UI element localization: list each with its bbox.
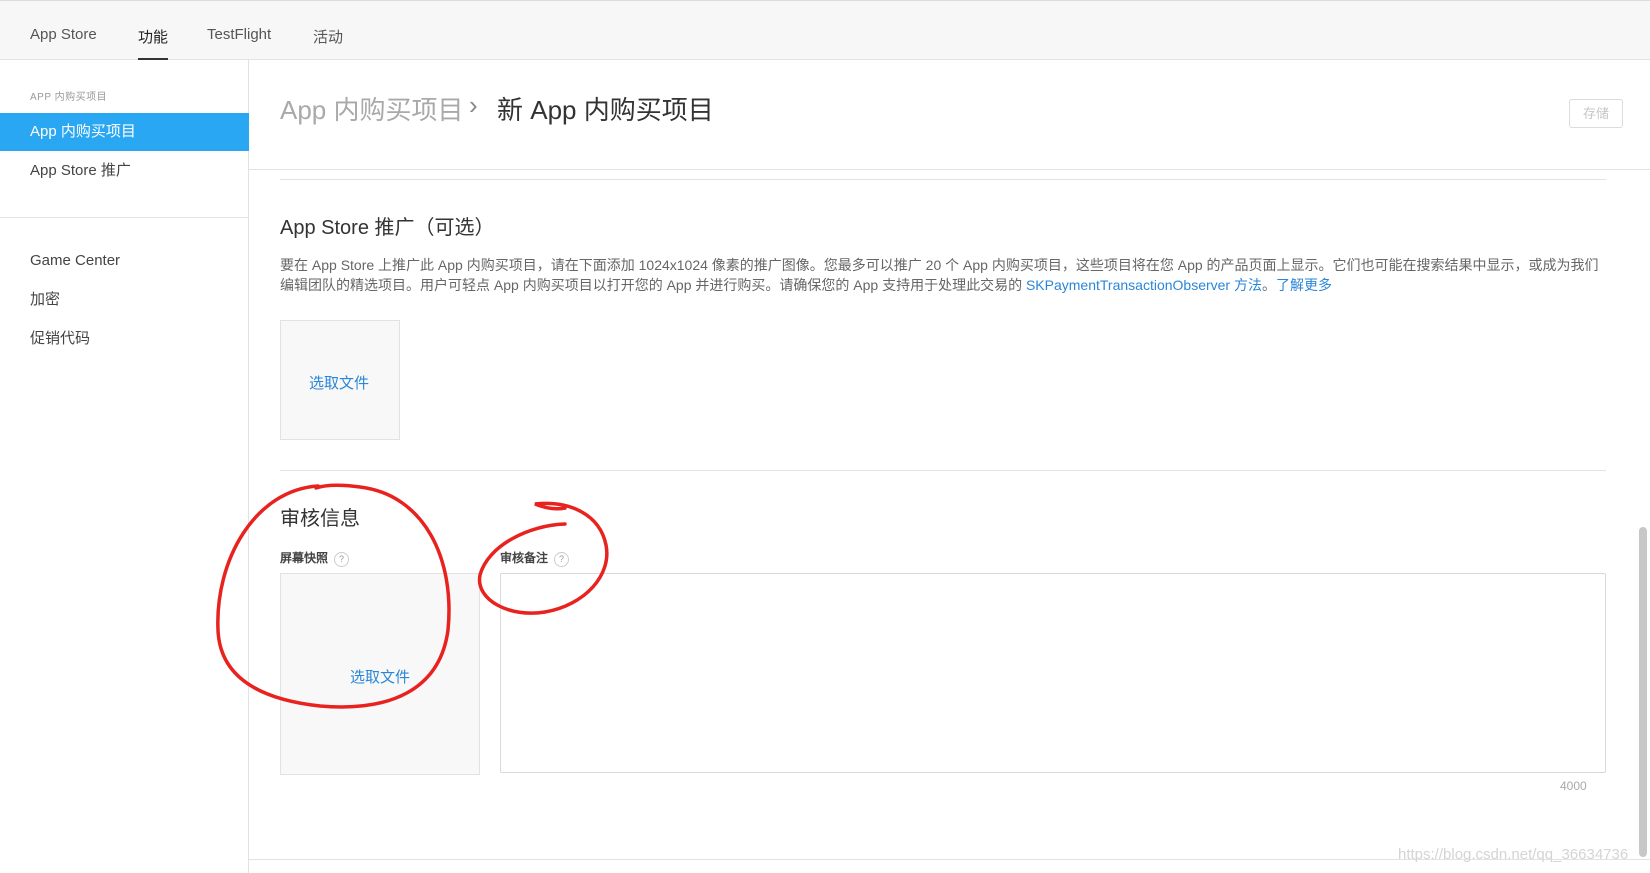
sidebar-item-in-app-purchases[interactable]: App 内购买项目: [0, 113, 249, 151]
promotion-choose-file-button[interactable]: 选取文件: [309, 372, 369, 393]
tab-testflight[interactable]: TestFlight: [207, 26, 271, 60]
review-notes-help-icon[interactable]: ?: [554, 552, 570, 567]
promotion-description: 要在 App Store 上推广此 App 内购买项目，请在下面添加 1024x…: [280, 255, 1600, 295]
section-divider: [280, 470, 1606, 471]
save-button[interactable]: 存储: [1569, 99, 1623, 128]
review-notes-label: 审核备注?: [500, 549, 570, 567]
review-notes-textarea[interactable]: [500, 573, 1606, 773]
review-notes-label-text: 审核备注: [500, 551, 549, 565]
breadcrumb-parent[interactable]: App 内购买项目: [280, 90, 464, 127]
sidebar-item-promo-codes[interactable]: 促销代码: [0, 320, 249, 358]
promotion-description-text: 要在 App Store 上推广此 App 内购买项目，请在下面添加 1024x…: [280, 257, 1599, 293]
sidebar-item-game-center[interactable]: Game Center: [0, 242, 249, 280]
top-nav: App Store 功能 TestFlight 活动: [0, 0, 1650, 60]
tab-features[interactable]: 功能: [138, 26, 169, 60]
promotion-section-title: App Store 推广（可选）: [280, 217, 495, 239]
page-title: 新 App 内购买项目: [497, 95, 714, 125]
vertical-scrollbar[interactable]: [1639, 527, 1647, 857]
screenshot-choose-file-button[interactable]: 选取文件: [350, 666, 410, 687]
tab-app-store[interactable]: App Store: [30, 26, 97, 60]
breadcrumb-separator-icon: ›: [469, 90, 478, 120]
screenshot-label: 屏幕快照?: [280, 549, 350, 567]
promotion-description-end: 。: [1261, 277, 1276, 293]
screenshot-label-text: 屏幕快照: [280, 551, 329, 565]
screenshot-help-icon[interactable]: ?: [334, 552, 350, 567]
watermark-text: https://blog.csdn.net/qq_36634736: [1398, 846, 1629, 863]
tab-activity[interactable]: 活动: [313, 26, 343, 60]
review-section-title: 审核信息: [280, 508, 360, 530]
section-divider: [280, 179, 1606, 180]
sk-observer-link[interactable]: SKPaymentTransactionObserver 方法: [1026, 277, 1262, 293]
sidebar: APP 内购买项目 App 内购买项目 App Store 推广 Game Ce…: [0, 60, 249, 873]
sidebar-section-header: APP 内购买项目: [30, 92, 108, 103]
sidebar-item-app-store-promotion[interactable]: App Store 推广: [0, 152, 249, 190]
learn-more-link[interactable]: 了解更多: [1276, 277, 1332, 293]
review-notes-char-counter: 4000: [1560, 779, 1587, 793]
promotion-image-dropzone[interactable]: 选取文件: [280, 320, 400, 440]
sidebar-item-encryption[interactable]: 加密: [0, 281, 249, 319]
page-header: App 内购买项目 › 新 App 内购买项目 存储: [249, 60, 1650, 170]
sidebar-divider: [0, 217, 249, 218]
screenshot-dropzone[interactable]: 选取文件: [280, 573, 480, 775]
